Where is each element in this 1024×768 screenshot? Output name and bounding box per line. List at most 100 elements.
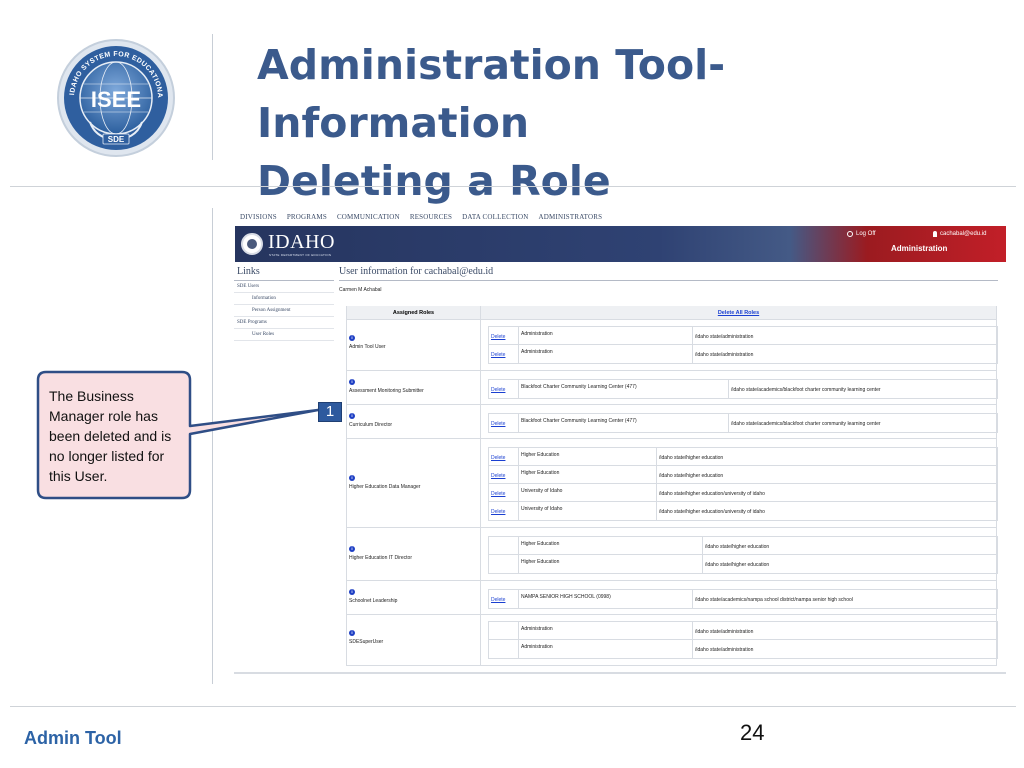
sidebar-item-sde-programs[interactable]: SDE Programs xyxy=(234,317,334,329)
state-seal-icon xyxy=(241,233,263,255)
title-separator xyxy=(212,34,213,160)
logoff-link[interactable]: Log Off xyxy=(847,231,876,237)
role-block: i Higher Education IT Director Higher Educ… xyxy=(347,528,998,581)
nav-programs[interactable]: PROGRAMS xyxy=(287,213,327,221)
delete-role-link[interactable]: Delete xyxy=(489,590,519,608)
delete-role-link[interactable]: Delete xyxy=(489,502,519,520)
role-scope-table: Delete Higher Education/idaho state/highe… xyxy=(488,447,998,521)
banner-section-label: Administration xyxy=(891,244,948,253)
table-row: Delete Administration/idaho state/adminis… xyxy=(489,327,997,345)
info-icon[interactable]: i xyxy=(349,475,355,481)
organization-cell: University of Idaho xyxy=(519,484,657,501)
nav-divisions[interactable]: DIVISIONS xyxy=(240,213,277,221)
role-block: i Admin Tool User Delete Administration/ida… xyxy=(347,320,998,371)
scope-path-cell: /idaho state/higher education xyxy=(659,455,724,461)
table-row: Higher Education/idaho state/higher educ… xyxy=(489,537,997,555)
info-icon[interactable]: i xyxy=(349,630,355,636)
scope-path-cell: /idaho state/administration xyxy=(695,352,754,358)
footer-divider xyxy=(10,706,1016,707)
role-name: Admin Tool User xyxy=(349,344,386,350)
info-icon[interactable]: i xyxy=(349,546,355,552)
step-badge: 1 xyxy=(318,402,342,422)
delete-role-link[interactable]: Delete xyxy=(489,484,519,501)
table-row: Higher Education/idaho state/higher educ… xyxy=(489,555,997,573)
info-icon[interactable]: i xyxy=(349,379,355,385)
scope-path-cell: /idaho state/higher education xyxy=(705,562,770,568)
table-row: Delete Administration/idaho state/adminis… xyxy=(489,345,997,363)
info-icon[interactable]: i xyxy=(349,589,355,595)
callout-text: The Business Manager role has been delet… xyxy=(49,388,172,484)
role-name: Schoolnet Leadership xyxy=(349,598,398,604)
organization-cell: Higher Education xyxy=(519,537,703,554)
sidebar-item-information[interactable]: Information xyxy=(234,293,334,305)
links-sidebar: Links SDE Users Information Person Assig… xyxy=(234,264,334,341)
sidebar-item-person-assignment[interactable]: Person Assignment xyxy=(234,305,334,317)
table-row: Delete University of Idaho/idaho state/hi… xyxy=(489,502,997,520)
user-full-name: Carmen M Achabal xyxy=(339,287,382,293)
footer-label: Admin Tool xyxy=(24,728,122,748)
role-cell: i Higher Education Data Manager xyxy=(347,439,481,527)
table-row: Delete Blackfoot Charter Community Learni… xyxy=(489,380,997,398)
info-icon[interactable]: i xyxy=(349,413,355,419)
nav-resources[interactable]: RESOURCES xyxy=(410,213,452,221)
scope-path-cell: /idaho state/higher education xyxy=(705,544,770,550)
organization-cell: Administration xyxy=(519,640,693,658)
role-block: i Curriculum Director Delete Blackfoot Char… xyxy=(347,405,998,439)
scope-path-cell: /idaho state/higher education/university… xyxy=(659,509,765,515)
organization-cell: Higher Education xyxy=(519,555,703,573)
sidebar-item-sde-users[interactable]: SDE Users xyxy=(234,281,334,293)
scope-path-cell: /idaho state/higher education xyxy=(659,473,724,479)
role-scope-table: Delete Blackfoot Charter Community Learni… xyxy=(488,379,998,399)
delete-role-link[interactable]: Delete xyxy=(489,466,519,483)
header-divider xyxy=(10,186,1016,187)
logo-center-text: ISEE xyxy=(91,87,141,112)
organization-cell: Blackfoot Charter Community Learning Cen… xyxy=(519,380,729,398)
role-block: i SDESuperUser Administration/idaho state/… xyxy=(347,615,998,666)
scope-path-cell: /idaho state/administration xyxy=(695,334,754,340)
role-name: Higher Education IT Director xyxy=(349,555,412,561)
delete-role-link[interactable]: Delete xyxy=(489,448,519,465)
slide-title: Administration Tool- Information Deletin… xyxy=(257,36,997,210)
delete-role-link[interactable]: Delete xyxy=(489,380,519,398)
nav-communication[interactable]: COMMUNICATION xyxy=(337,213,400,221)
logoff-label: Log Off xyxy=(856,231,876,237)
delete-role-link[interactable]: Delete xyxy=(489,345,519,363)
embedded-screenshot: DIVISIONS PROGRAMS COMMUNICATION RESOURC… xyxy=(234,208,1006,676)
role-name: Curriculum Director xyxy=(349,422,393,428)
scope-path-cell: /idaho state/administration xyxy=(695,629,754,635)
organization-cell: Administration xyxy=(519,622,693,639)
delete-role-link[interactable]: Delete xyxy=(489,327,519,344)
logo-bottom-text: SDE xyxy=(108,135,125,144)
role-name: Higher Education Data Manager xyxy=(349,484,421,490)
scope-path-cell: /idaho state/academics/nampa school dist… xyxy=(695,597,853,603)
organization-cell: Blackfoot Charter Community Learning Cen… xyxy=(519,414,729,432)
delete-role-link xyxy=(489,555,519,573)
site-banner: IDAHO STATE DEPARTMENT OF EDUCATION Log … xyxy=(235,226,1006,262)
organization-cell: University of Idaho xyxy=(519,502,657,520)
top-navigation: DIVISIONS PROGRAMS COMMUNICATION RESOURC… xyxy=(234,208,1006,226)
role-name: Assessment Monitoring Submitter xyxy=(349,388,424,394)
assigned-roles-header: Assigned Roles xyxy=(347,306,481,319)
links-title: Links xyxy=(234,264,334,281)
role-cell: i Assessment Monitoring Submitter xyxy=(347,371,481,404)
current-user: cachabal@edu.id xyxy=(933,231,986,237)
info-icon[interactable]: i xyxy=(349,335,355,341)
delete-all-roles-link[interactable]: Delete All Roles xyxy=(481,306,996,319)
role-cell: i Higher Education IT Director xyxy=(347,528,481,580)
nav-administrators[interactable]: ADMINISTRATORS xyxy=(539,213,603,221)
banner-title: IDAHO xyxy=(268,231,335,253)
organization-cell: Administration xyxy=(519,327,693,344)
nav-data-collection[interactable]: DATA COLLECTION xyxy=(462,213,528,221)
role-scope-table: Delete NAMPA SENIOR HIGH SCHOOL (0998)/id… xyxy=(488,589,998,609)
role-block: i Higher Education Data Manager Delete High… xyxy=(347,439,998,528)
delete-role-link[interactable]: Delete xyxy=(489,414,519,432)
screenshot-bottom-edge xyxy=(234,672,1006,674)
user-info-title: User information for cachabal@edu.id xyxy=(339,264,998,281)
table-row: Administration/idaho state/administratio… xyxy=(489,640,997,658)
sidebar-item-user-roles[interactable]: User Roles xyxy=(234,329,334,341)
roles-table-header: Assigned Roles Delete All Roles xyxy=(347,306,996,320)
scope-path-cell: /idaho state/administration xyxy=(695,647,754,653)
current-user-email: cachabal@edu.id xyxy=(940,231,987,237)
role-cell: i SDESuperUser xyxy=(347,615,481,665)
scope-path-cell: /idaho state/academics/blackfoot charter… xyxy=(731,387,881,393)
